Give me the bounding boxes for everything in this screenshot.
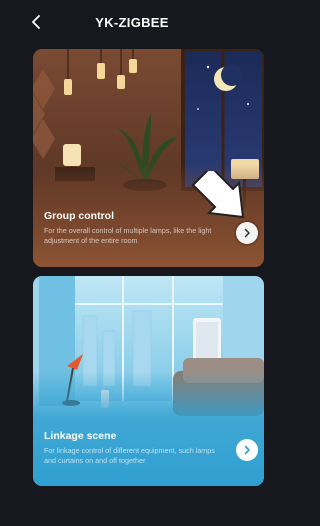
- card-title: Linkage scene: [44, 430, 117, 442]
- card-description: For linkage control of different equipme…: [44, 446, 215, 465]
- page-title: YK-ZIGBEE: [95, 14, 169, 30]
- chevron-right-icon: [244, 228, 250, 238]
- group-control-text: Group control For the overall control of…: [44, 210, 220, 246]
- linkage-scene-arrow-button[interactable]: [236, 439, 258, 461]
- chevron-right-icon: [244, 445, 250, 455]
- back-arrow-icon: [32, 15, 40, 29]
- card-description: For the overall control of multiple lamp…: [44, 226, 212, 245]
- linkage-scene-text: Linkage scene For linkage control of dif…: [44, 430, 220, 466]
- group-control-card[interactable]: Group control For the overall control of…: [33, 49, 264, 267]
- group-control-arrow-button[interactable]: [236, 222, 258, 244]
- linkage-scene-card[interactable]: Linkage scene For linkage control of dif…: [33, 276, 264, 486]
- top-bar: YK-ZIGBEE: [0, 0, 264, 44]
- card-title: Group control: [44, 210, 114, 222]
- back-button[interactable]: [26, 12, 46, 32]
